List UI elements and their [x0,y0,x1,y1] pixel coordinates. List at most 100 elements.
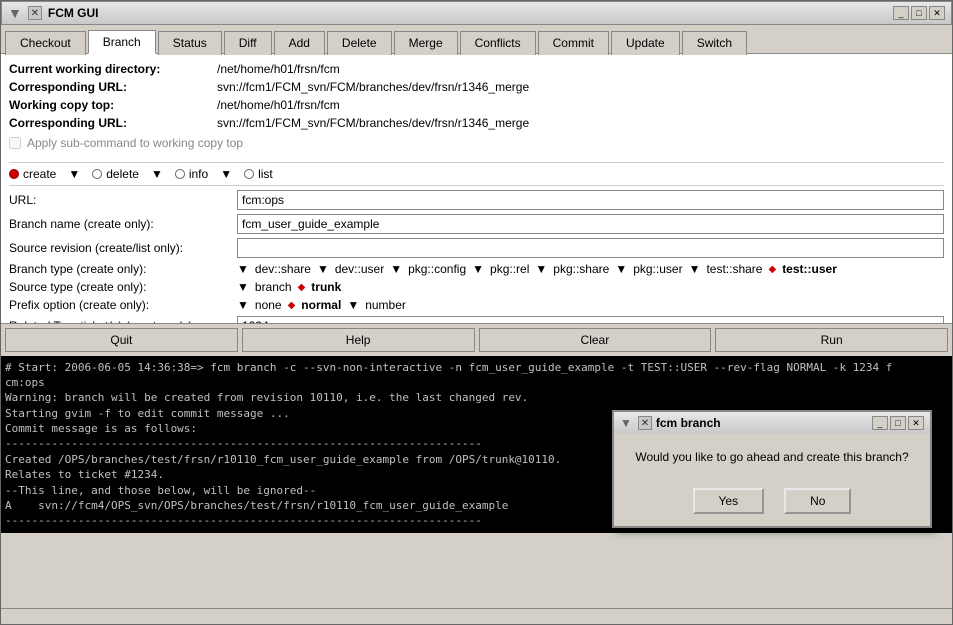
tab-commit[interactable]: Commit [538,31,609,55]
bt-label-3[interactable]: pkg::config [408,262,466,276]
quit-button[interactable]: Quit [5,328,238,352]
radio-list-label: list [258,167,273,181]
url-field-label: URL: [9,193,229,207]
cwd-value: /net/home/h01/frsn/fcm [217,62,340,76]
bt-label-7[interactable]: test::share [706,262,762,276]
wct-value: /net/home/h01/frsn/fcm [217,98,340,112]
st-label-1[interactable]: branch [255,280,292,294]
app-icon: ▼ [8,5,22,21]
apply-checkbox[interactable] [9,137,21,149]
po-label-2[interactable]: normal [301,298,341,312]
bt-diamond: ◆ [768,264,776,275]
tab-checkout[interactable]: Checkout [5,31,86,55]
run-button[interactable]: Run [715,328,948,352]
po-arrow-3: ▼ [347,298,359,312]
dialog-no-button[interactable]: No [784,488,851,514]
restore-button[interactable]: □ [911,6,927,20]
subcommand-row: create ▼ delete ▼ info ▼ list [9,162,944,186]
bt-label-5[interactable]: pkg::share [553,262,609,276]
url1-value: svn://fcm1/FCM_svn/FCM/branches/dev/frsn… [217,80,529,94]
bt-arrow-4: ▼ [472,262,484,276]
bt-arrow-7: ▼ [689,262,701,276]
source-rev-label: Source revision (create/list only): [9,241,229,255]
radio-create-dot [9,169,19,179]
tab-bar: Checkout Branch Status Diff Add Delete M… [1,25,952,54]
tab-diff[interactable]: Diff [224,31,272,55]
url-input[interactable] [237,190,944,210]
source-rev-input[interactable] [237,238,944,258]
po-label-1[interactable]: none [255,298,282,312]
bt-label-2[interactable]: dev::user [335,262,384,276]
radio-delete-dot [92,169,102,179]
radio-delete[interactable]: delete [92,167,139,181]
tab-status[interactable]: Status [158,31,222,55]
branch-dialog: ▼ ✕ fcm branch _ □ ✕ Would you like to g… [612,410,932,528]
dropdown-arrow-3: ▼ [220,167,232,181]
close-button[interactable]: ✕ [929,6,945,20]
bt-arrow-6: ▼ [615,262,627,276]
st-arrow-1: ▼ [237,280,249,294]
status-bar [1,608,952,624]
source-rev-row: Source revision (create/list only): [9,238,944,258]
bt-label-6[interactable]: pkg::user [633,262,682,276]
radio-create[interactable]: create [9,167,56,181]
tab-update[interactable]: Update [611,31,680,55]
close-icon[interactable]: ✕ [28,6,42,20]
wct-row: Working copy top: /net/home/h01/frsn/fcm [9,98,944,112]
url-field-row: URL: [9,190,944,210]
cwd-label: Current working directory: [9,62,209,76]
branch-type-options: ▼ dev::share ▼ dev::user ▼ pkg::config ▼… [237,262,837,276]
po-arrow-1: ▼ [237,298,249,312]
source-type-options: ▼ branch ◆ trunk [237,280,341,294]
dialog-yes-button[interactable]: Yes [693,488,765,514]
radio-list-dot [244,169,254,179]
po-label-3[interactable]: number [365,298,406,312]
tab-delete[interactable]: Delete [327,31,392,55]
url2-row: Corresponding URL: svn://fcm1/FCM_svn/FC… [9,116,944,130]
dialog-close-icon[interactable]: ✕ [638,416,652,430]
branch-type-label: Branch type (create only): [9,262,229,276]
url2-label: Corresponding URL: [9,116,209,130]
radio-create-label: create [23,167,56,181]
tab-switch[interactable]: Switch [682,31,747,55]
tab-merge[interactable]: Merge [394,31,458,55]
st-label-2[interactable]: trunk [311,280,341,294]
dropdown-arrow-2: ▼ [151,167,163,181]
radio-info[interactable]: info [175,167,208,181]
title-bar: ▼ ✕ FCM GUI _ □ ✕ [1,1,952,25]
url1-label: Corresponding URL: [9,80,209,94]
branch-name-label: Branch name (create only): [9,217,229,231]
tab-conflicts[interactable]: Conflicts [460,31,536,55]
tab-branch[interactable]: Branch [88,30,156,54]
dialog-restore[interactable]: □ [890,416,906,430]
clear-button[interactable]: Clear [479,328,712,352]
button-row: Quit Help Clear Run [1,323,952,356]
dialog-minimize[interactable]: _ [872,416,888,430]
url2-value: svn://fcm1/FCM_svn/FCM/branches/dev/frsn… [217,116,529,130]
dropdown-arrow-1: ▼ [68,167,80,181]
prefix-option-options: ▼ none ◆ normal ▼ number [237,298,406,312]
dialog-close-btn[interactable]: ✕ [908,416,924,430]
help-button[interactable]: Help [242,328,475,352]
bt-arrow-2: ▼ [317,262,329,276]
minimize-button[interactable]: _ [893,6,909,20]
bt-label-4[interactable]: pkg::rel [490,262,529,276]
wct-label: Working copy top: [9,98,209,112]
bt-label-8[interactable]: test::user [782,262,837,276]
prefix-option-row: Prefix option (create only): ▼ none ◆ no… [9,298,944,312]
bt-arrow-1: ▼ [237,262,249,276]
tab-add[interactable]: Add [274,31,325,55]
source-type-row: Source type (create only): ▼ branch ◆ tr… [9,280,944,294]
radio-info-dot [175,169,185,179]
bt-arrow-3: ▼ [390,262,402,276]
content-area: Current working directory: /net/home/h01… [1,54,952,323]
dialog-title: fcm branch [656,416,868,430]
dialog-message: Would you like to go ahead and create th… [635,450,908,464]
radio-list[interactable]: list [244,167,273,181]
apply-row: Apply sub-command to working copy top [9,136,944,150]
bt-arrow-5: ▼ [535,262,547,276]
branch-name-row: Branch name (create only): [9,214,944,234]
branch-name-input[interactable] [237,214,944,234]
bt-label-1[interactable]: dev::share [255,262,311,276]
window-controls: _ □ ✕ [893,6,945,20]
